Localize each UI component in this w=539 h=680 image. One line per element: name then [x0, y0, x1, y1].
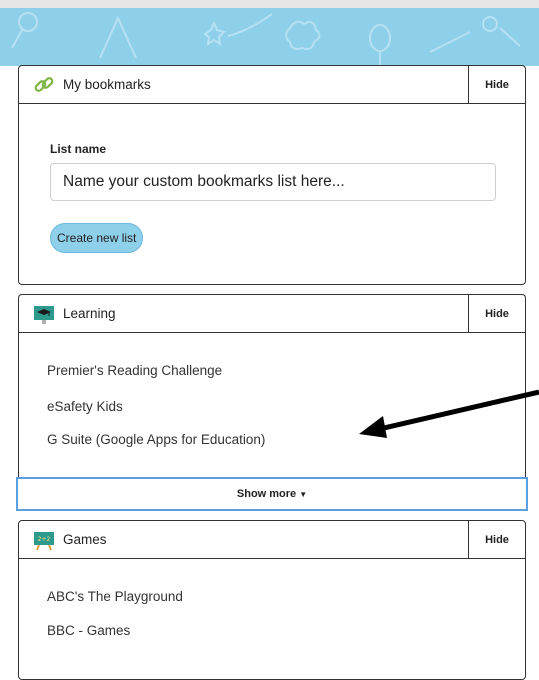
learning-hide-button[interactable]: Hide	[468, 295, 525, 332]
bookmarks-hide-button[interactable]: Hide	[468, 66, 525, 103]
games-panel-header: 2+2 Games Hide	[19, 521, 525, 559]
svg-text:2+2: 2+2	[38, 536, 51, 543]
games-panel: 2+2 Games Hide ABC's The Playground BBC …	[18, 520, 526, 680]
show-more-button[interactable]: Show more ▼	[16, 477, 528, 511]
games-panel-title: Games	[63, 532, 107, 547]
game-board-icon: 2+2	[33, 529, 55, 551]
header-banner	[0, 8, 539, 66]
link-g-suite[interactable]: G Suite (Google Apps for Education)	[47, 432, 265, 447]
graduation-cap-board-icon	[33, 303, 55, 325]
banner-doodles	[11, 12, 521, 66]
annotation-arrow-icon	[359, 389, 539, 438]
link-abc-the-playground[interactable]: ABC's The Playground	[47, 589, 183, 604]
link-bbc-games[interactable]: BBC - Games	[47, 623, 130, 638]
link-premiers-reading-challenge[interactable]: Premier's Reading Challenge	[47, 363, 222, 378]
link-chain-icon	[33, 74, 55, 96]
learning-panel-header: Learning Hide	[19, 295, 525, 333]
create-new-list-button[interactable]: Create new list	[50, 223, 144, 253]
bookmarks-panel: My bookmarks Hide List name Create new l…	[18, 65, 526, 285]
show-more-label: Show more	[236, 488, 297, 500]
bookmarks-panel-title: My bookmarks	[63, 77, 151, 92]
games-hide-button[interactable]: Hide	[468, 521, 525, 558]
link-esafety-kids[interactable]: eSafety Kids	[47, 399, 123, 414]
list-name-input[interactable]	[50, 163, 496, 201]
bookmarks-panel-header: My bookmarks Hide	[19, 66, 525, 104]
learning-panel-title: Learning	[63, 306, 116, 321]
list-name-label: List name	[50, 142, 107, 156]
caret-down-icon: ▼	[299, 489, 308, 499]
top-strip	[0, 0, 539, 8]
